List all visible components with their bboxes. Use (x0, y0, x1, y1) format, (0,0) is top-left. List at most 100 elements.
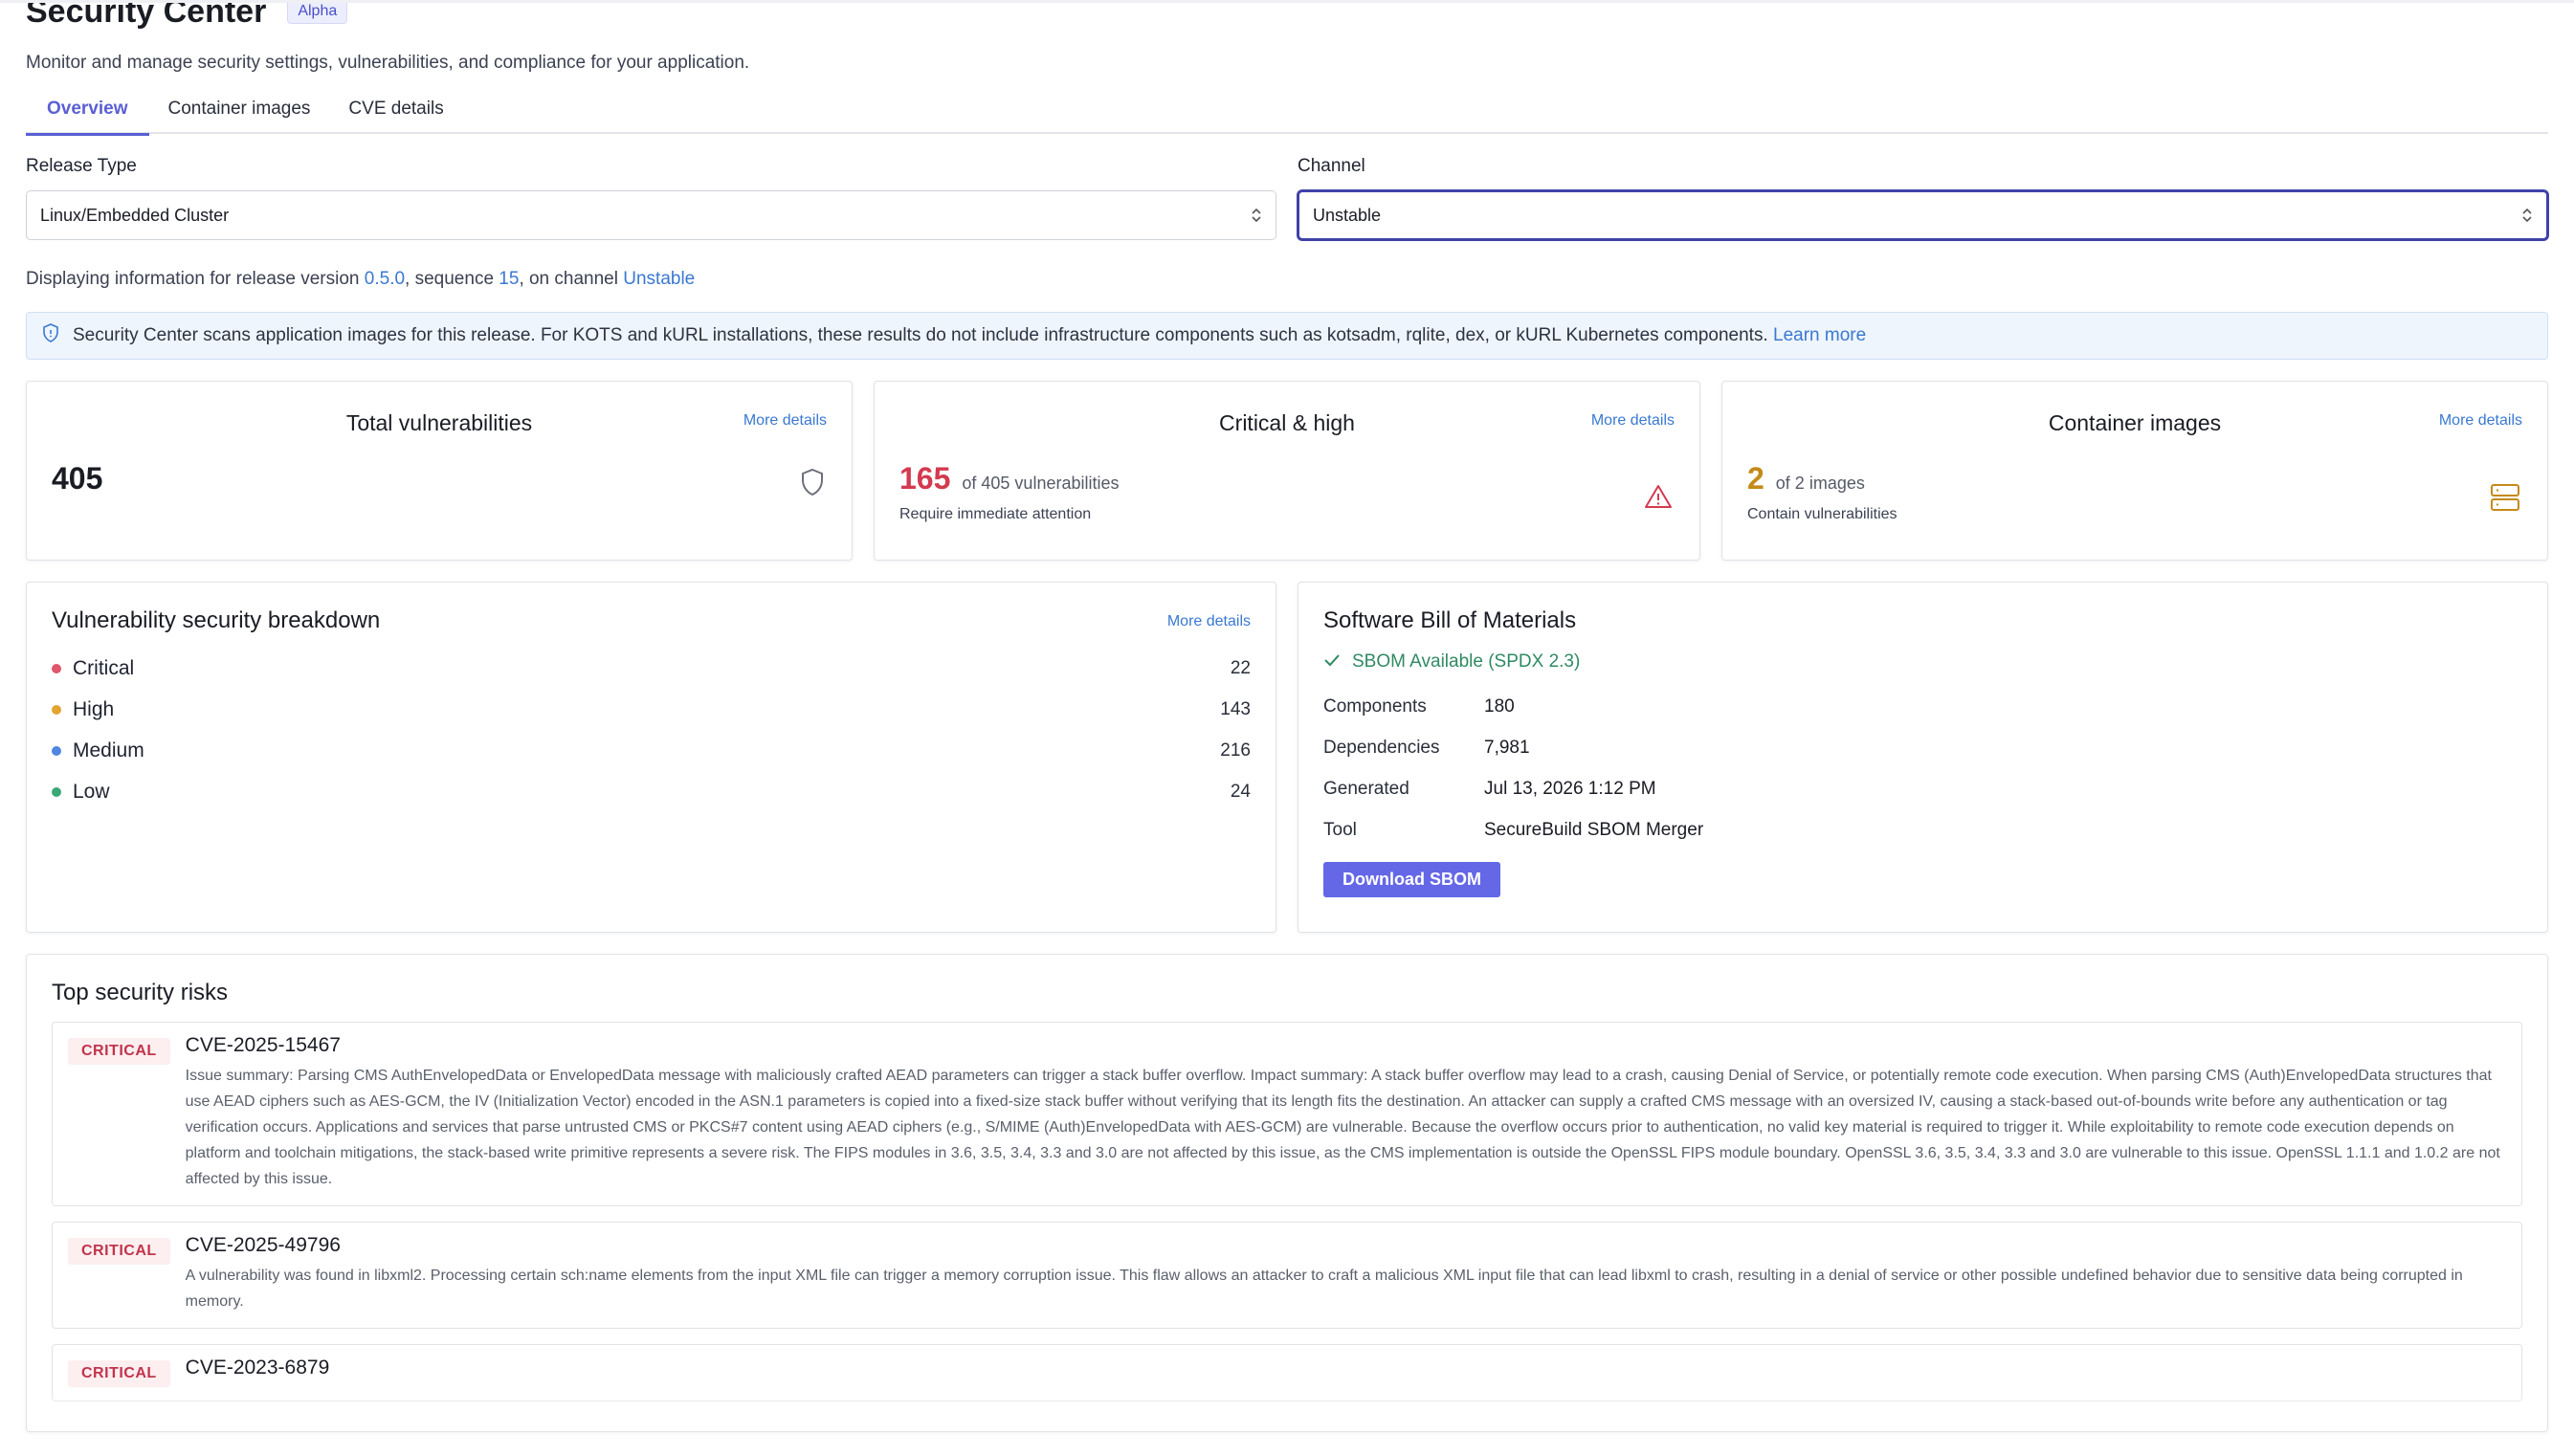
severity-badge: CRITICAL (68, 1038, 170, 1065)
channel-filter: Channel Unstable (1298, 156, 2548, 240)
info-banner: Security Center scans application images… (26, 312, 2548, 360)
severity-count: 22 (1230, 657, 1251, 678)
container-images-card: Container images More details 2 of 2 ima… (1721, 381, 2548, 561)
check-icon (1323, 651, 1341, 673)
learn-more-link[interactable]: Learn more (1773, 325, 1866, 345)
critical-high-card: Critical & high More details 165 of 405 … (874, 381, 1700, 561)
stat-value: 2 (1747, 461, 1764, 496)
severity-label: Critical (73, 656, 135, 679)
page-subtitle: Monitor and manage security settings, vu… (26, 53, 750, 73)
details-row: Vulnerability security breakdown More de… (26, 582, 2548, 933)
medium-dot-icon (52, 745, 61, 756)
severity-badge: CRITICAL (68, 1238, 170, 1265)
more-details-link[interactable]: More details (1167, 613, 1251, 630)
cve-id: CVE-2023-6879 (185, 1357, 330, 1379)
panel-title: Vulnerability security breakdown (52, 607, 381, 633)
severity-row-high: High 143 (52, 689, 1251, 730)
stat-of: of 405 vulnerabilities (962, 474, 1120, 493)
stat-title: Container images (2048, 410, 2222, 435)
more-details-link[interactable]: More details (743, 412, 827, 430)
tab-container-images[interactable]: Container images (149, 91, 330, 134)
severity-list: Critical 22 High 143 Medium 216 Low 24 (52, 648, 1251, 812)
cve-id: CVE-2025-49796 (185, 1234, 341, 1256)
server-icon (2490, 483, 2520, 517)
cve-id: CVE-2025-15467 (185, 1034, 341, 1056)
warning-triangle-icon (1644, 483, 1673, 515)
cve-description: Issue summary: Parsing CMS AuthEnveloped… (185, 1068, 2500, 1187)
panel-title: Software Bill of Materials (1323, 607, 1577, 633)
top-divider (0, 0, 2574, 3)
sbom-panel: Software Bill of Materials SBOM Availabl… (1298, 582, 2548, 933)
sbom-value: SecureBuild SBOM Merger (1484, 819, 1704, 840)
stat-title: Critical & high (1219, 410, 1355, 435)
release-sequence-link[interactable]: 15 (499, 269, 519, 289)
release-version-link[interactable]: 0.5.0 (365, 269, 405, 289)
cve-description: A vulnerability was found in libxml2. Pr… (185, 1268, 2463, 1310)
channel-select[interactable]: Unstable (1298, 190, 2548, 240)
download-sbom-button[interactable]: Download SBOM (1323, 862, 1500, 897)
stat-of: of 2 images (1775, 474, 1865, 493)
more-details-link[interactable]: More details (1591, 412, 1675, 430)
release-info-text: Displaying information for release versi… (26, 269, 365, 289)
sbom-row: Components 180 (1323, 686, 2522, 727)
severity-label: Medium (73, 739, 144, 761)
top-security-risks-panel: Top security risks CRITICAL CVE-2025-154… (26, 954, 2548, 1432)
shield-icon (800, 468, 825, 501)
alpha-badge: Alpha (287, 0, 348, 24)
banner-text: Security Center scans application images… (73, 325, 1768, 345)
chevron-updown-icon (1251, 207, 1262, 224)
chevron-updown-icon (2521, 207, 2533, 224)
stat-value: 405 (52, 461, 103, 496)
sbom-key: Generated (1323, 778, 1409, 799)
release-type-filter: Release Type Linux/Embedded Cluster (26, 156, 1276, 240)
risk-item[interactable]: CRITICAL CVE-2025-15467 Issue summary: P… (52, 1022, 2522, 1206)
scroll-fade (27, 1393, 2547, 1431)
sbom-key: Tool (1323, 819, 1357, 840)
risk-item[interactable]: CRITICAL CVE-2025-49796 A vulnerability … (52, 1222, 2522, 1329)
sbom-details: Components 180 Dependencies 7,981 Generate… (1323, 686, 2522, 850)
stat-title: Total vulnerabilities (345, 410, 533, 435)
sbom-key: Dependencies (1323, 737, 1440, 758)
stat-note: Require immediate attention (899, 506, 1092, 522)
release-type-value: Linux/Embedded Cluster (40, 205, 230, 225)
sbom-key: Components (1323, 695, 1427, 717)
severity-row-medium: Medium 216 (52, 730, 1251, 771)
tab-cve-details[interactable]: CVE details (329, 91, 462, 134)
total-vulnerabilities-card: Total vulnerabilities More details 405 (26, 381, 853, 561)
release-channel-link[interactable]: Unstable (623, 269, 695, 289)
high-dot-icon (52, 704, 61, 715)
filters-row: Release Type Linux/Embedded Cluster Chan… (26, 156, 2548, 240)
stats-row: Total vulnerabilities More details 405 C… (26, 381, 2548, 561)
page-title: Security Center (26, 0, 267, 30)
severity-label: Low (73, 780, 110, 803)
severity-count: 24 (1230, 781, 1251, 802)
more-details-link[interactable]: More details (2439, 412, 2522, 430)
sbom-value: Jul 13, 2026 1:12 PM (1484, 778, 1656, 799)
release-type-label: Release Type (26, 156, 137, 176)
channel-value: Unstable (1313, 205, 1382, 225)
severity-badge: CRITICAL (68, 1360, 170, 1387)
vulnerability-breakdown-panel: Vulnerability security breakdown More de… (26, 582, 1276, 933)
release-info: Displaying information for release versi… (26, 269, 2548, 290)
tab-overview[interactable]: Overview (26, 91, 149, 136)
panel-title: Top security risks (52, 980, 229, 1005)
severity-count: 216 (1220, 739, 1251, 761)
release-info-text: , on channel (519, 269, 624, 289)
tab-bar: Overview Container images CVE details (26, 91, 2548, 136)
sbom-row: Generated Jul 13, 2026 1:12 PM (1323, 768, 2522, 809)
release-type-select[interactable]: Linux/Embedded Cluster (26, 190, 1276, 240)
severity-label: High (73, 697, 115, 720)
release-info-text: , sequence (405, 269, 499, 289)
low-dot-icon (52, 786, 61, 797)
sbom-value: 7,981 (1484, 737, 1530, 758)
sbom-status: SBOM Available (SPDX 2.3) (1323, 651, 2522, 673)
sbom-value: 180 (1484, 695, 1515, 717)
severity-row-low: Low 24 (52, 771, 1251, 812)
severity-count: 143 (1220, 698, 1251, 719)
channel-label: Channel (1298, 156, 1365, 176)
severity-row-critical: Critical 22 (52, 648, 1251, 689)
sbom-row: Tool SecureBuild SBOM Merger (1323, 809, 2522, 850)
sbom-status-text: SBOM Available (SPDX 2.3) (1352, 651, 1581, 672)
sbom-row: Dependencies 7,981 (1323, 727, 2522, 768)
security-center-page: Security Center Alpha Monitor and manage… (0, 0, 2574, 1456)
